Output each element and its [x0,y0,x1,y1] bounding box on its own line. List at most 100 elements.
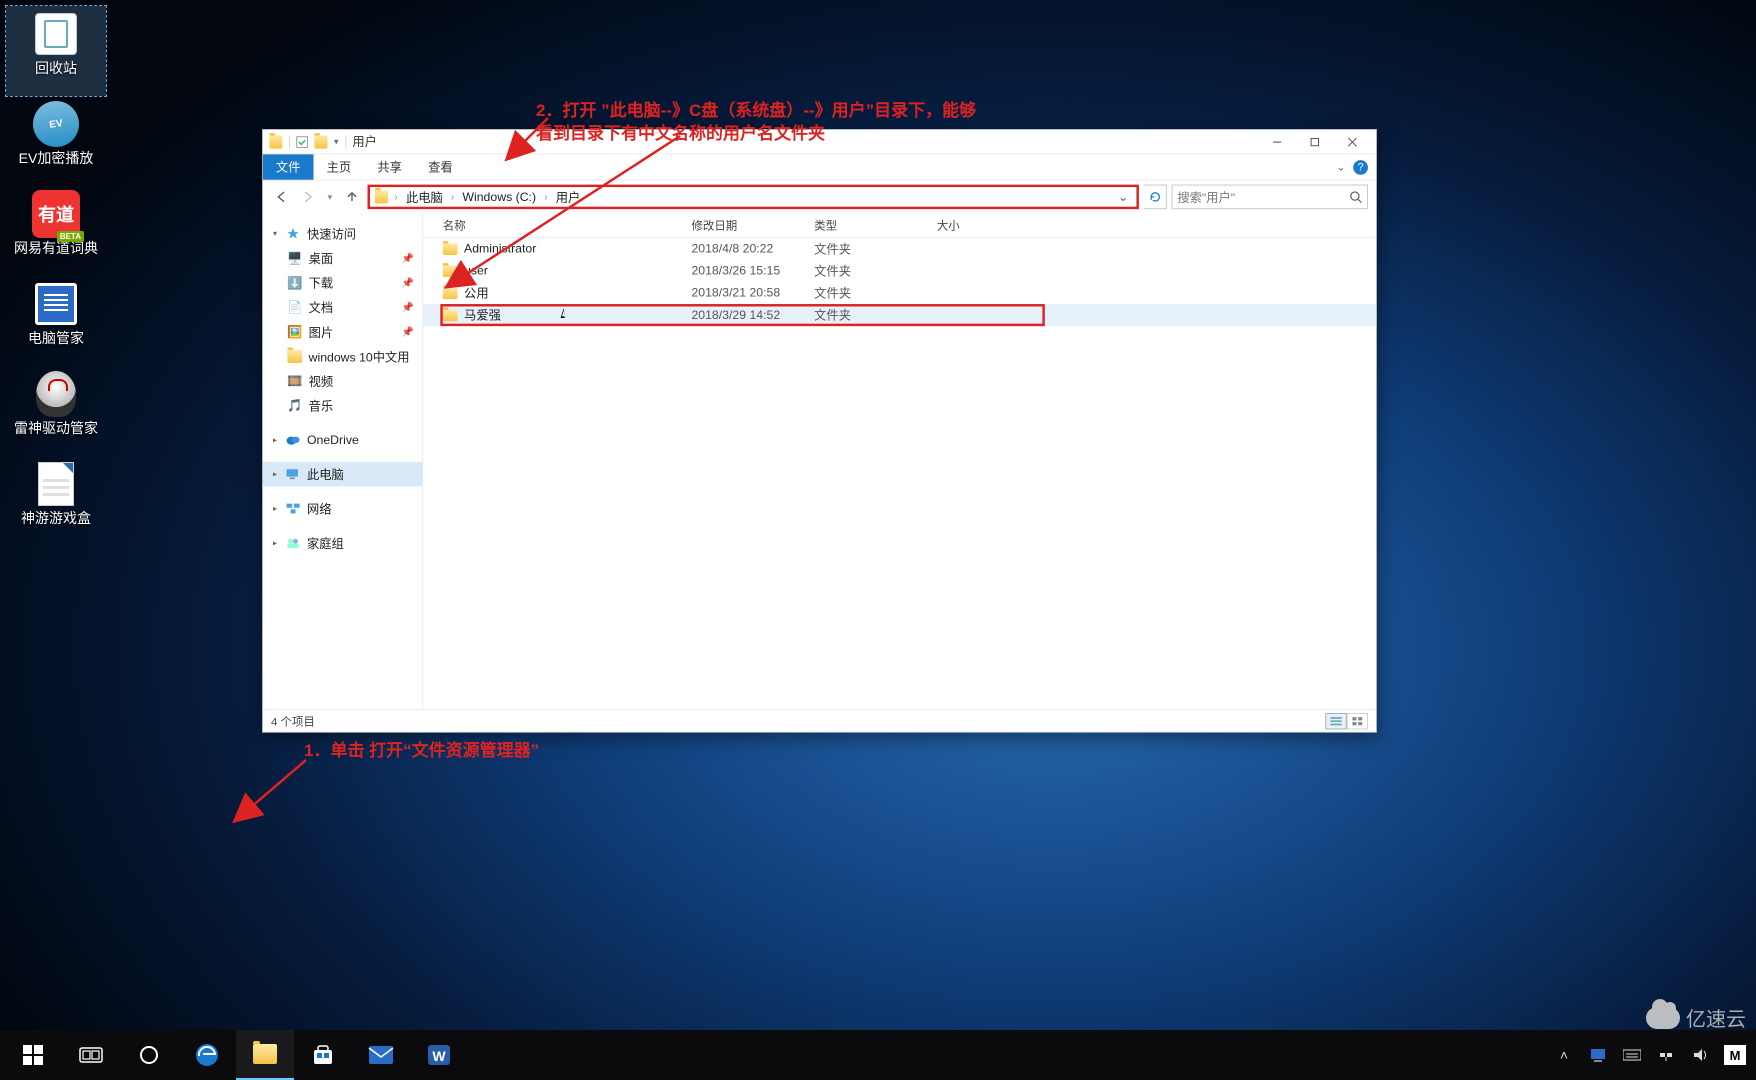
file-date: 2018/3/21 20:58 [685,286,808,300]
tray-pcmanager-icon[interactable] [1588,1045,1608,1065]
maximize-icon [1310,137,1320,147]
search-icon[interactable] [1349,190,1362,203]
sidebar-item-videos[interactable]: 🎞️视频 [263,369,423,394]
address-dropdown-icon[interactable]: ⌄ [1115,190,1132,205]
table-row[interactable]: Administrator 2018/4/8 20:22 文件夹 [423,238,1376,260]
chevron-right-icon[interactable]: ▸ [271,470,279,479]
maximize-button[interactable] [1296,129,1334,154]
breadcrumb[interactable]: Windows (C:) [461,190,538,204]
word-icon: W [426,1042,452,1068]
sidebar-network[interactable]: ▸ 网络 [263,496,423,521]
checkbox-icon[interactable] [296,136,307,147]
tab-home[interactable]: 主页 [314,154,365,179]
chevron-right-icon[interactable]: › [448,191,458,202]
sidebar-onedrive[interactable]: ▸ OneDrive [263,428,423,453]
sidebar: ▾ 快速访问 🖥️桌面📌 ⬇️下载📌 📄文档📌 🖼️图片📌 windows 10… [263,213,423,709]
nav-recent-button[interactable]: ▾ [323,186,336,207]
view-details-button[interactable] [1325,713,1346,729]
tray-chevron-up-icon[interactable]: ˄ [1554,1045,1574,1065]
search-input[interactable]: 搜索"用户" [1172,185,1368,210]
chevron-right-icon[interactable]: ▸ [271,538,279,547]
windows-icon [23,1045,43,1065]
sidebar-homegroup[interactable]: ▸ 家庭组 [263,531,423,556]
sidebar-item-pictures[interactable]: 🖼️图片📌 [263,320,423,345]
qat-dropdown-icon[interactable]: ▾ [334,136,339,147]
desktop-icon-thunder[interactable]: 雷神驱动管家 [6,366,106,456]
separator [345,135,346,148]
breadcrumb[interactable]: 用户 [554,188,582,205]
table-row[interactable]: 马爱强 2018/3/29 14:52 文件夹 [423,304,1376,326]
sidebar-item-downloads[interactable]: ⬇️下载📌 [263,271,423,296]
chevron-right-icon[interactable]: ▸ [271,504,279,513]
desktop-icon-shenyou[interactable]: 神游游戏盒 [6,456,106,546]
folder-icon [253,1044,277,1064]
watermark-text: 亿速云 [1686,1003,1746,1032]
chevron-down-icon[interactable]: ▾ [271,229,279,238]
sidebar-label: 音乐 [309,397,334,414]
breadcrumb[interactable]: 此电脑 [404,188,444,205]
close-button[interactable] [1334,129,1372,154]
chevron-right-icon[interactable]: › [541,191,551,202]
refresh-button[interactable] [1144,185,1167,210]
minimize-icon [1272,137,1282,147]
sidebar-label: 快速访问 [307,225,356,242]
sidebar-item-documents[interactable]: 📄文档📌 [263,295,423,320]
sidebar-item-desktop[interactable]: 🖥️桌面📌 [263,246,423,271]
help-icon[interactable]: ? [1353,160,1368,175]
file-name: 公用 [464,284,489,301]
desktop-icon-youdao[interactable]: 有道 网易有道词典 [6,186,106,276]
taskbar-edge[interactable] [178,1030,236,1080]
taskbar-word[interactable]: W [410,1030,468,1080]
onedrive-icon [286,433,301,446]
nav-forward-button[interactable] [297,186,318,207]
chevron-right-icon[interactable]: › [391,191,401,202]
column-type[interactable]: 类型 [808,217,931,233]
table-row[interactable]: user 2018/3/26 15:15 文件夹 [423,260,1376,282]
view-large-icons-button[interactable] [1347,713,1368,729]
view-toggle [1325,713,1368,729]
file-pane: 名称 修改日期 类型 大小 Administrator 2018/4/8 20:… [423,213,1376,709]
tray-ime[interactable]: M [1724,1045,1746,1065]
desktop-icon-label: 回收站 [35,60,77,76]
address-bar[interactable]: › 此电脑 › Windows (C:) › 用户 ⌄ [368,185,1139,210]
desktop-icon-pcmanager[interactable]: 电脑管家 [6,276,106,366]
youdao-icon: 有道 [32,190,80,238]
minimize-button[interactable] [1258,129,1296,154]
desktop-icons: 回收站 EV EV加密播放 有道 网易有道词典 电脑管家 雷神驱动管家 神游游戏… [6,6,116,546]
table-row[interactable]: 公用 2018/3/21 20:58 文件夹 [423,282,1376,304]
column-size[interactable]: 大小 [930,217,1053,233]
window-title: 用户 [352,133,377,150]
sidebar-item-music[interactable]: 🎵音乐 [263,393,423,418]
start-button[interactable] [4,1030,62,1080]
nav-back-button[interactable] [271,186,292,207]
file-name: 马爱强 [464,307,501,324]
annotation-text-2: 2．打开 ”此电脑--》C盘（系统盘）--》用户”目录下，能够 看到目录下有中文… [536,100,976,146]
tab-file[interactable]: 文件 [263,154,314,179]
desktop-icon-ev[interactable]: EV EV加密播放 [6,96,106,186]
tray-keyboard-icon[interactable] [1622,1045,1642,1065]
sidebar-item-folder[interactable]: windows 10中文用 [263,344,423,369]
taskbar-store[interactable] [294,1030,352,1080]
tray-network-icon[interactable] [1656,1045,1676,1065]
annotation-text-1: 1．单击 打开“文件资源管理器” [304,740,539,763]
column-headers: 名称 修改日期 类型 大小 [423,213,1376,238]
tab-view[interactable]: 查看 [415,154,466,179]
taskbar-mail[interactable] [352,1030,410,1080]
desktop-icon-recycle-bin[interactable]: 回收站 [6,6,106,96]
column-name[interactable]: 名称 [423,217,685,233]
ribbon-collapse-icon[interactable]: ⌄ [1337,161,1345,172]
nav-up-button[interactable] [341,186,362,207]
sidebar-label: 网络 [307,500,332,517]
tab-share[interactable]: 共享 [364,154,415,179]
cortana-button[interactable] [120,1030,178,1080]
file-explorer-window: ▾ 用户 文件 主页 共享 查看 ⌄ ? ▾ › 此电脑 [262,129,1377,733]
sidebar-this-pc[interactable]: ▸ 此电脑 [263,462,423,487]
column-date[interactable]: 修改日期 [685,217,808,233]
taskbar-file-explorer[interactable] [236,1030,294,1080]
task-view-button[interactable] [62,1030,120,1080]
status-text: 4 个项目 [271,713,315,729]
homegroup-icon [286,536,301,549]
tray-volume-icon[interactable] [1690,1045,1710,1065]
chevron-right-icon[interactable]: ▸ [271,435,279,444]
sidebar-quick-access[interactable]: ▾ 快速访问 [263,221,423,246]
